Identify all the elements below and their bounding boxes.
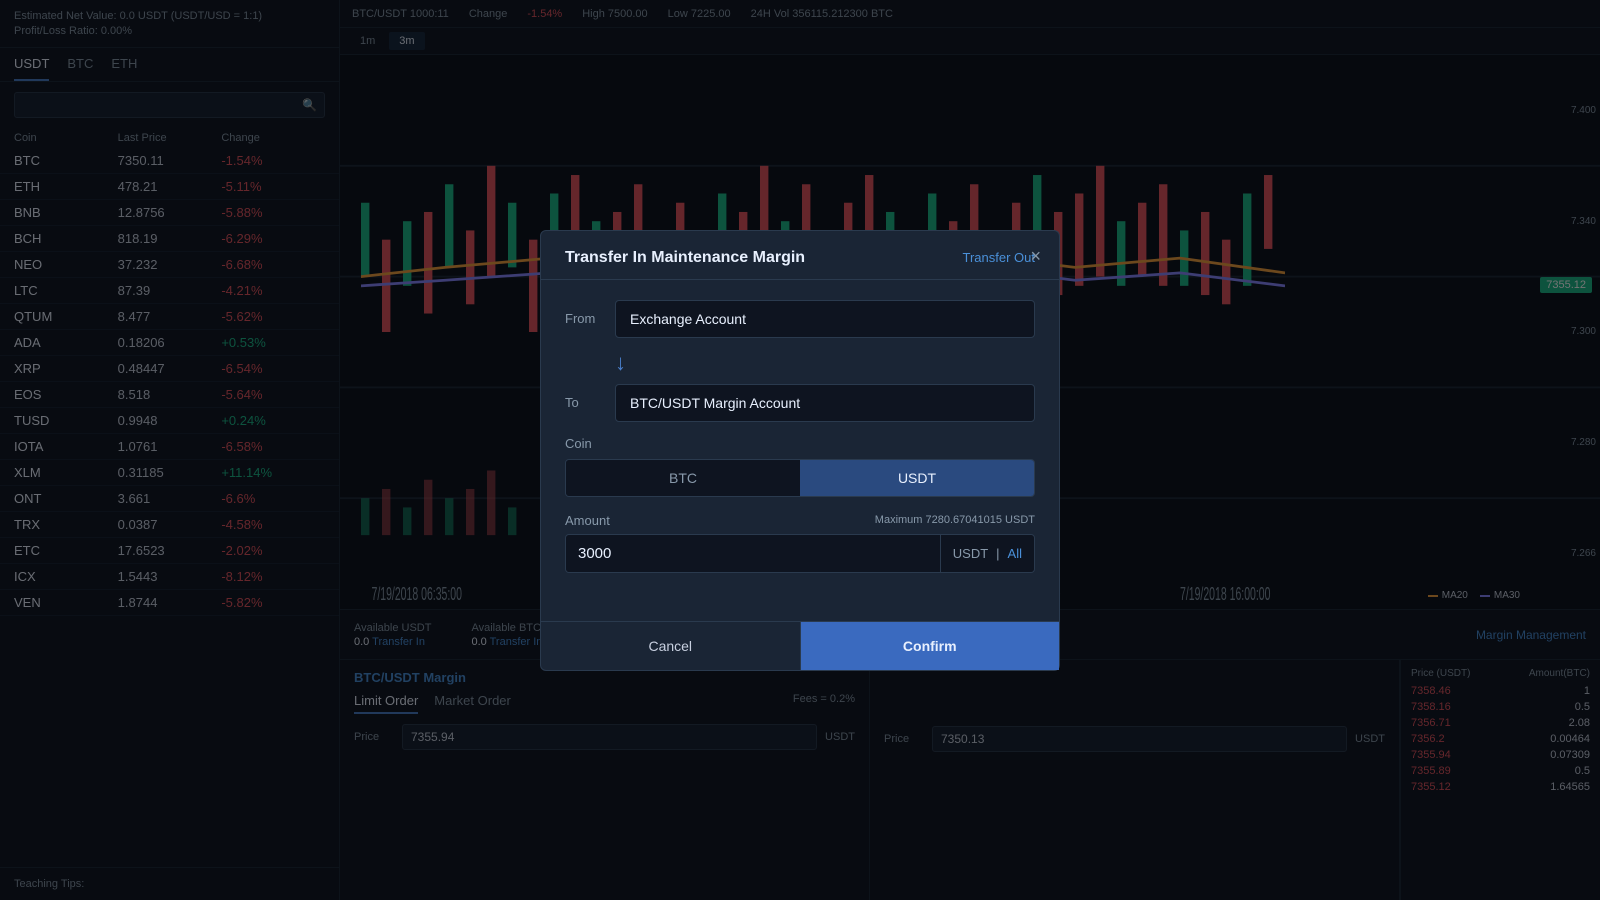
from-value: Exchange Account [615,300,1035,338]
to-row: To BTC/USDT Margin Account [565,384,1035,422]
amount-input-row: USDT | All [565,534,1035,573]
from-label: From [565,311,601,326]
to-label: To [565,395,601,410]
coin-btc-btn[interactable]: BTC [566,460,800,496]
modal-body: From Exchange Account ↓ To BTC/USDT Marg… [541,280,1059,621]
transfer-modal: Transfer In Maintenance Margin Transfer … [540,230,1060,671]
modal-overlay: Transfer In Maintenance Margin Transfer … [0,0,1600,900]
amount-unit: USDT | All [940,535,1034,572]
modal-title: Transfer In Maintenance Margin [565,249,805,267]
transfer-direction-icon: ↓ [615,350,626,376]
coin-usdt-btn[interactable]: USDT [800,460,1034,496]
coin-toggle: BTC USDT [565,459,1035,497]
to-value: BTC/USDT Margin Account [615,384,1035,422]
cancel-button[interactable]: Cancel [541,622,801,670]
amount-all-btn[interactable]: All [1008,546,1022,561]
modal-header: Transfer In Maintenance Margin Transfer … [541,231,1059,280]
confirm-button[interactable]: Confirm [801,622,1060,670]
modal-footer: Cancel Confirm [541,621,1059,670]
from-row: From Exchange Account [565,300,1035,338]
arrow-row: ↓ [565,350,1035,384]
amount-max-info: Maximum 7280.67041015 USDT [875,514,1035,526]
transfer-out-link[interactable]: Transfer Out [963,250,1035,265]
amount-input[interactable] [566,535,940,572]
amount-label: Amount [565,513,610,528]
close-icon[interactable]: × [1030,247,1041,265]
amount-header: Amount Maximum 7280.67041015 USDT [565,513,1035,528]
coin-label: Coin [565,436,1035,451]
